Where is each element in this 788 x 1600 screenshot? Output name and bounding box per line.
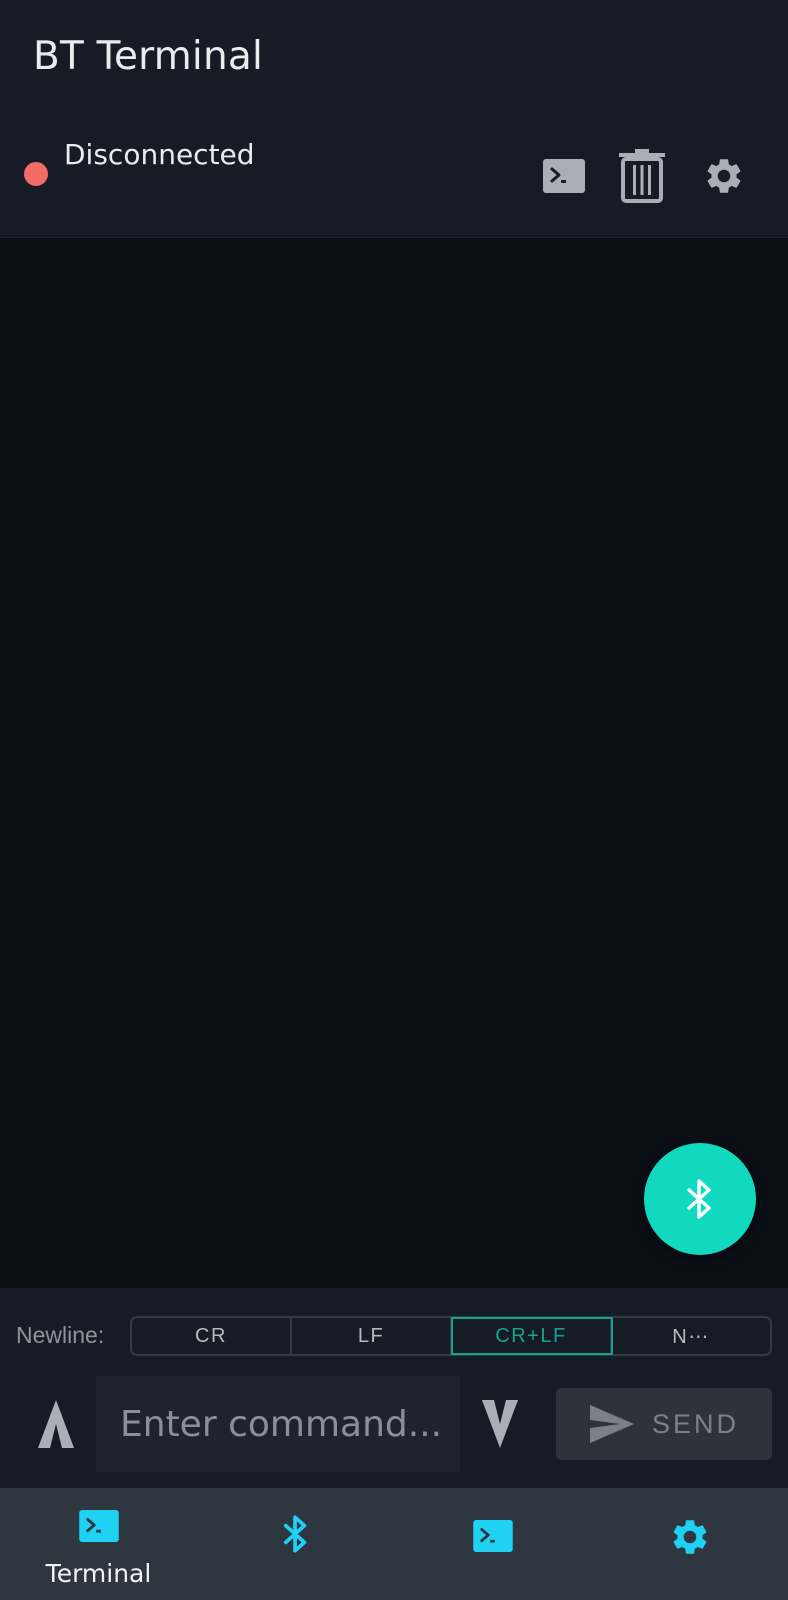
newline-option-crlf[interactable]: CR+LF — [451, 1317, 613, 1355]
nav-label-terminal: Terminal — [45, 1559, 152, 1588]
trash-icon — [619, 149, 665, 203]
newline-selector: CR LF CR+LF N⋯ — [130, 1316, 772, 1356]
connection-status-text: Disconnected — [64, 138, 255, 171]
history-down-button[interactable] — [476, 1398, 524, 1450]
newline-option-none[interactable]: N⋯ — [612, 1318, 770, 1354]
terminal-icon — [472, 1520, 513, 1552]
settings-toolbar-button[interactable] — [700, 148, 748, 204]
newline-option-cr[interactable]: CR — [132, 1318, 292, 1354]
bluetooth-connect-fab[interactable] — [644, 1143, 756, 1255]
history-up-button[interactable] — [32, 1398, 80, 1450]
bottom-navigation: Terminal — [0, 1488, 788, 1600]
send-button[interactable]: SEND — [556, 1388, 772, 1460]
command-input-box — [96, 1376, 460, 1472]
terminal-toolbar-button[interactable] — [540, 148, 588, 204]
nav-item-bluetooth[interactable] — [197, 1488, 394, 1600]
send-icon — [590, 1405, 634, 1443]
app-title: BT Terminal — [33, 34, 263, 79]
nav-item-terminal[interactable]: Terminal — [0, 1488, 197, 1600]
clear-terminal-button[interactable] — [618, 148, 666, 204]
terminal-output[interactable] — [0, 238, 788, 1288]
gear-icon — [707, 159, 741, 193]
terminal-icon — [78, 1510, 119, 1542]
terminal-icon — [543, 159, 585, 193]
gear-icon — [673, 1520, 706, 1554]
nav-item-settings[interactable] — [591, 1488, 788, 1600]
arrow-up-icon — [38, 1400, 74, 1448]
arrow-down-icon — [482, 1400, 518, 1448]
app-header: BT Terminal Disconnected — [0, 0, 788, 238]
newline-option-lf[interactable]: LF — [292, 1318, 452, 1354]
command-input[interactable] — [96, 1376, 460, 1472]
connection-status-dot — [24, 162, 48, 186]
nav-item-console[interactable] — [394, 1488, 591, 1600]
newline-label: Newline: — [16, 1322, 105, 1348]
bluetooth-icon — [687, 1179, 711, 1219]
send-button-label: SEND — [652, 1408, 740, 1439]
bluetooth-icon — [283, 1515, 306, 1553]
